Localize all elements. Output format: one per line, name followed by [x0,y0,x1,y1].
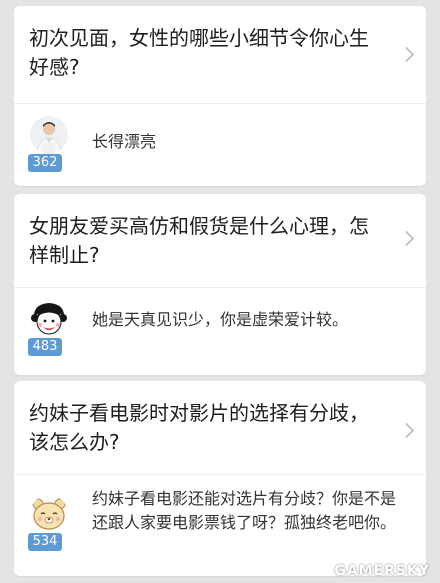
answer-text[interactable]: 她是天真见识少，你是虚荣爱计较。 [92,308,408,332]
question-card[interactable]: 约妹子看电影时对影片的选择有分歧，该怎么办? 534 约妹子看电影还能对选片有分… [14,381,426,576]
vote-count-badge: 534 [28,533,62,551]
watermark-logo: GAMERSKY [334,563,430,579]
answer-text[interactable]: 约妹子看电影还能对选片有分歧？你是不是还跟人家要电影票钱了呀？孤独终老吧你。 [92,487,408,535]
answer-author[interactable]: 534 [28,495,70,553]
answer-author[interactable]: 362 [28,116,70,174]
answer-row[interactable]: 483 她是天真见识少，你是虚荣爱计较。 [14,288,426,375]
question-title[interactable]: 约妹子看电影时对影片的选择有分歧，该怎么办? [14,381,426,457]
answer-row[interactable]: 362 长得漂亮 [14,104,426,186]
answer-author[interactable]: 483 [28,300,70,358]
vote-count-badge: 362 [28,154,62,172]
question-title[interactable]: 女朋友爱买高仿和假货是什么心理，怎样制止? [14,194,426,270]
answer-text[interactable]: 长得漂亮 [92,130,408,154]
vote-count-badge: 483 [28,338,62,356]
cartoon-girl-avatar-icon[interactable] [30,300,68,338]
question-card[interactable]: 女朋友爱买高仿和假货是什么心理，怎样制止? 483 她是天真见识少，你是虚荣爱计… [14,194,426,375]
cartoon-bear-avatar-icon[interactable] [30,495,68,533]
question-title[interactable]: 初次见面，女性的哪些小细节令你心生好感? [14,6,426,82]
answer-row[interactable]: 534 约妹子看电影还能对选片有分歧？你是不是还跟人家要电影票钱了呀？孤独终老吧… [14,475,426,576]
question-card[interactable]: 初次见面，女性的哪些小细节令你心生好感? 362 长得漂亮 [14,6,426,186]
man-avatar-icon[interactable] [30,116,68,154]
